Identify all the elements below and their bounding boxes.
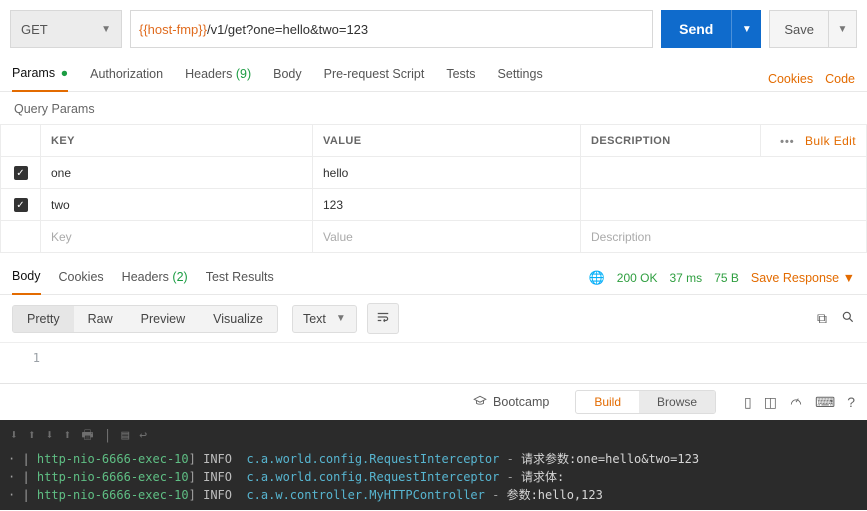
code-link[interactable]: Code — [825, 72, 855, 86]
response-tabs: Body Cookies Headers (2) Test Results 🌐 … — [0, 259, 867, 295]
wrap-lines-button[interactable] — [367, 303, 399, 334]
request-tabs: Params ● Authorization Headers (9) Body … — [0, 56, 867, 92]
console-toolbar: ⬇ ⬆ ⬇ ⬆ 🖶 | ▤ ↩ — [0, 424, 867, 450]
bulk-edit-link[interactable]: Bulk Edit — [805, 134, 856, 148]
tab-tests[interactable]: Tests — [446, 67, 475, 91]
download-icon[interactable]: ⬇ — [10, 426, 18, 446]
table-row[interactable]: ✓ two 123 — [1, 189, 867, 221]
url-rest: /v1/get?one=hello&two=123 — [207, 22, 368, 37]
mode-segment: Build Browse — [575, 390, 716, 414]
param-value[interactable]: hello — [313, 157, 581, 189]
console-line: · | http-nio-6666-exec-10] INFO c.a.worl… — [0, 450, 867, 468]
chevron-down-icon: ▼ — [838, 24, 848, 35]
status-code: 200 OK — [617, 271, 658, 285]
view-raw-button[interactable]: Raw — [74, 306, 127, 332]
more-icon[interactable]: ••• — [780, 136, 795, 148]
pane-single-icon[interactable]: ▯ — [744, 394, 752, 411]
upload-icon[interactable]: ⬆ — [28, 426, 36, 446]
pane-split-icon[interactable]: ◫ — [764, 394, 777, 411]
resp-tab-cookies[interactable]: Cookies — [59, 270, 104, 294]
param-value[interactable]: 123 — [313, 189, 581, 221]
tab-prerequest[interactable]: Pre-request Script — [324, 67, 425, 91]
table-row[interactable]: ✓ one hello — [1, 157, 867, 189]
status-time: 37 ms — [670, 271, 703, 285]
save-response-link[interactable]: Save Response ▼ — [751, 271, 855, 285]
tab-authorization[interactable]: Authorization — [90, 67, 163, 91]
save-dropdown-button[interactable]: ▼ — [829, 10, 857, 48]
format-select[interactable]: Text▼ — [292, 305, 357, 333]
tab-body[interactable]: Body — [273, 67, 302, 91]
graduation-cap-icon — [473, 394, 487, 411]
url-variable: {{host-fmp}} — [139, 22, 207, 37]
divider-icon: | — [104, 426, 112, 446]
checkbox-checked-icon[interactable]: ✓ — [14, 198, 28, 212]
response-body-area[interactable]: 1 — [0, 343, 867, 383]
param-desc[interactable] — [581, 189, 867, 221]
param-desc-placeholder[interactable]: Description — [581, 221, 867, 253]
params-table: KEY VALUE DESCRIPTION ••• Bulk Edit ✓ on… — [0, 124, 867, 253]
save-button[interactable]: Save — [769, 10, 829, 48]
browse-button[interactable]: Browse — [639, 391, 715, 413]
globe-icon[interactable]: 🌐 — [589, 270, 605, 286]
status-bar: Bootcamp Build Browse ▯ ◫ ⌨ ? — [0, 383, 867, 420]
console-line: · | http-nio-6666-exec-10] INFO c.a.w.co… — [0, 486, 867, 504]
cookies-link[interactable]: Cookies — [768, 72, 813, 86]
chevron-down-icon: ▼ — [101, 24, 111, 35]
status-size: 75 B — [714, 271, 739, 285]
param-key[interactable]: two — [41, 189, 313, 221]
http-method-select[interactable]: GET ▼ — [10, 10, 122, 48]
col-value-header: VALUE — [313, 125, 581, 157]
copy-icon[interactable]: ⧉ — [817, 310, 827, 327]
view-visualize-button[interactable]: Visualize — [199, 306, 277, 332]
param-desc[interactable] — [581, 157, 867, 189]
view-pretty-button[interactable]: Pretty — [13, 306, 74, 332]
url-input[interactable]: {{host-fmp}}/v1/get?one=hello&two=123 — [130, 10, 653, 48]
param-key-placeholder[interactable]: Key — [41, 221, 313, 253]
help-icon[interactable]: ? — [847, 394, 855, 411]
line-number: 1 — [12, 351, 40, 365]
http-method-value: GET — [21, 22, 48, 37]
print-icon[interactable]: 🖶 — [81, 426, 93, 446]
resp-tab-body[interactable]: Body — [12, 269, 41, 295]
tab-headers[interactable]: Headers (9) — [185, 67, 251, 91]
layout-icon[interactable]: ▤ — [121, 426, 129, 446]
view-preview-button[interactable]: Preview — [127, 306, 199, 332]
upload-icon[interactable]: ⬆ — [63, 426, 71, 446]
param-value-placeholder[interactable]: Value — [313, 221, 581, 253]
console-panel: ⬇ ⬆ ⬇ ⬆ 🖶 | ▤ ↩ · | http-nio-6666-exec-1… — [0, 420, 867, 510]
params-header-row: KEY VALUE DESCRIPTION ••• Bulk Edit — [1, 125, 867, 157]
resp-tab-tests[interactable]: Test Results — [206, 270, 274, 294]
wrap-icon[interactable]: ↩ — [139, 426, 147, 446]
chevron-down-icon: ▼ — [336, 313, 346, 324]
view-mode-segment: Pretty Raw Preview Visualize — [12, 305, 278, 333]
build-button[interactable]: Build — [576, 391, 639, 413]
tab-params[interactable]: Params ● — [12, 66, 68, 92]
table-row-empty[interactable]: Key Value Description — [1, 221, 867, 253]
download-icon[interactable]: ⬇ — [46, 426, 54, 446]
keyboard-icon[interactable]: ⌨ — [815, 394, 835, 411]
send-button[interactable]: Send — [661, 10, 731, 48]
tab-settings[interactable]: Settings — [498, 67, 543, 91]
gauge-icon[interactable] — [789, 394, 803, 411]
chevron-down-icon: ▼ — [742, 24, 752, 35]
checkbox-checked-icon[interactable]: ✓ — [14, 166, 28, 180]
response-view-controls: Pretty Raw Preview Visualize Text▼ ⧉ — [0, 295, 867, 343]
query-params-title: Query Params — [0, 92, 867, 124]
param-key[interactable]: one — [41, 157, 313, 189]
search-icon[interactable] — [841, 310, 855, 327]
col-key-header: KEY — [41, 125, 313, 157]
col-desc-header: DESCRIPTION — [581, 125, 761, 157]
bootcamp-button[interactable]: Bootcamp — [473, 394, 549, 411]
resp-tab-headers[interactable]: Headers (2) — [122, 270, 188, 294]
request-bar: GET ▼ {{host-fmp}}/v1/get?one=hello&two=… — [0, 0, 867, 56]
console-line: · | http-nio-6666-exec-10] INFO c.a.worl… — [0, 468, 867, 486]
send-dropdown-button[interactable]: ▼ — [731, 10, 761, 48]
dot-indicator-icon: ● — [61, 66, 69, 80]
